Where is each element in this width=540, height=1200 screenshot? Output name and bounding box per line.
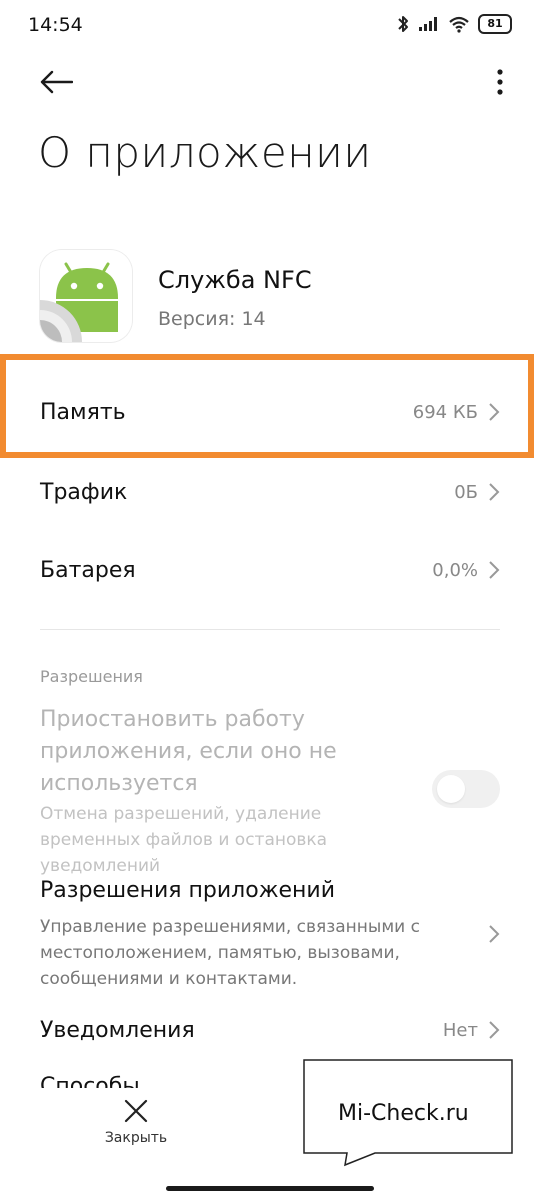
section-label-permissions: Разрешения bbox=[40, 667, 143, 686]
wifi-icon bbox=[449, 16, 469, 33]
status-icons: 81 bbox=[396, 14, 512, 34]
close-button[interactable]: Закрыть bbox=[98, 1098, 174, 1156]
page-title: О приложении bbox=[38, 128, 372, 177]
row-value: 0,0% bbox=[432, 559, 478, 581]
status-time: 14:54 bbox=[28, 14, 83, 36]
battery-icon: 81 bbox=[478, 14, 512, 34]
app-name: Служба NFC bbox=[158, 266, 312, 294]
chevron-right-icon bbox=[489, 925, 500, 943]
more-options-button[interactable] bbox=[488, 60, 512, 104]
partial-row-label[interactable]: Способы bbox=[40, 1074, 140, 1088]
row-label: Трафик bbox=[40, 479, 128, 505]
divider bbox=[40, 629, 500, 630]
app-permissions-title: Разрешения приложений bbox=[40, 878, 336, 903]
highlight-frame bbox=[0, 354, 534, 458]
pause-app-description: Отмена разрешений, удаление временных фа… bbox=[40, 804, 328, 876]
pause-app-toggle[interactable] bbox=[432, 770, 500, 808]
app-version: Версия: 14 bbox=[158, 308, 266, 330]
row-label: Батарея bbox=[40, 557, 136, 583]
app-permissions-description: Управление разрешениями, связанными с ме… bbox=[40, 917, 420, 989]
close-label: Закрыть bbox=[104, 1130, 168, 1146]
chevron-right-icon bbox=[489, 1021, 500, 1039]
arrow-left-icon bbox=[40, 70, 73, 94]
app-permissions-item[interactable]: Разрешения приложений Управление разреше… bbox=[40, 878, 500, 992]
close-x-icon bbox=[124, 1099, 148, 1123]
app-icon bbox=[40, 250, 132, 342]
row-battery[interactable]: Батарея 0,0% bbox=[40, 548, 500, 592]
vertical-dots-icon bbox=[497, 69, 503, 95]
row-traffic[interactable]: Трафик 0Б bbox=[40, 470, 500, 514]
row-notifications[interactable]: Уведомления Нет bbox=[40, 1008, 500, 1052]
bluetooth-icon bbox=[398, 16, 408, 32]
chevron-right-icon bbox=[489, 483, 500, 501]
android-icon bbox=[40, 250, 132, 342]
toggle-knob bbox=[437, 775, 465, 803]
watermark-callout: Mi-Check.ru bbox=[303, 1059, 513, 1167]
signal-icon bbox=[419, 17, 437, 31]
pause-app-title: Приостановить работу приложения, если он… bbox=[40, 707, 337, 796]
back-button[interactable] bbox=[30, 60, 82, 104]
row-label: Уведомления bbox=[40, 1017, 195, 1043]
row-value: Нет bbox=[442, 1019, 478, 1041]
row-value: 0Б bbox=[454, 481, 478, 503]
watermark-text: Mi-Check.ru bbox=[338, 1101, 469, 1126]
home-indicator[interactable] bbox=[166, 1186, 374, 1191]
chevron-right-icon bbox=[489, 561, 500, 579]
